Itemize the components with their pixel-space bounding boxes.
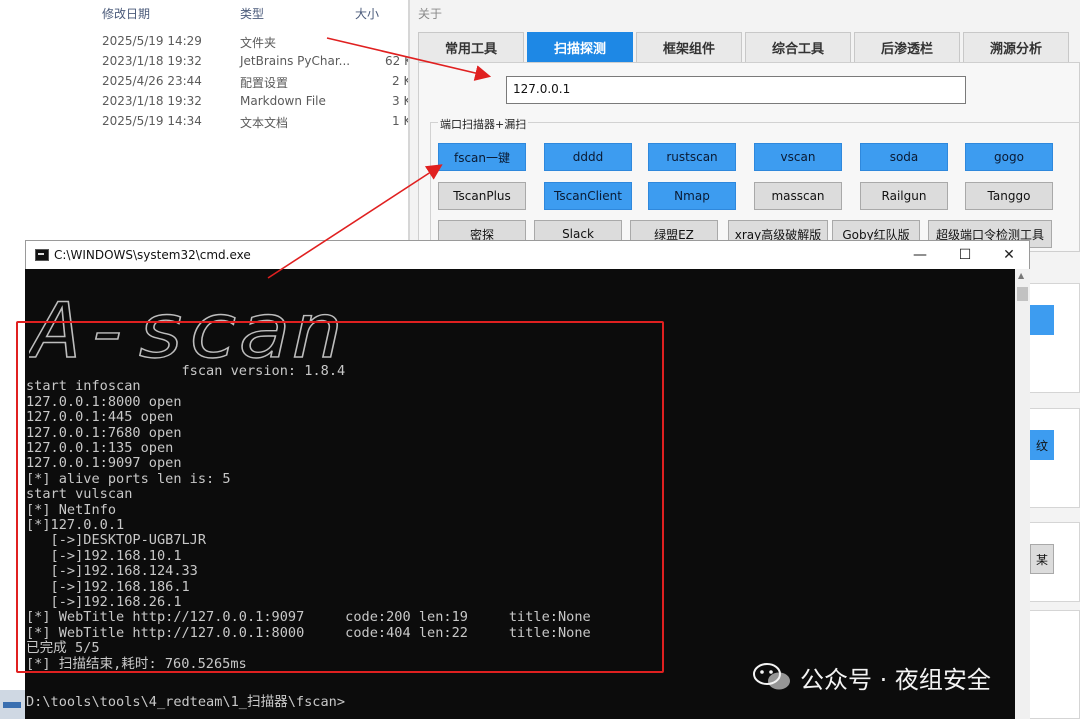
- console-icon: [35, 249, 49, 261]
- wechat-icon: [753, 663, 790, 690]
- file-type: JetBrains PyChar...: [240, 54, 351, 68]
- side-fingerprint-button[interactable]: 纹: [1030, 430, 1054, 460]
- scrollbar[interactable]: ▲: [1015, 269, 1030, 719]
- file-date: 2023/1/18 19:32: [102, 54, 202, 68]
- column-header-size[interactable]: 大小: [355, 5, 379, 22]
- close-icon[interactable]: ✕: [996, 244, 1022, 266]
- group-label: 端口扫描器+漏扫: [438, 116, 529, 132]
- tab-scan-probe[interactable]: 扫描探测: [527, 32, 633, 62]
- file-row[interactable]: 2023/1/18 19:32 Markdown File 3 K: [0, 92, 420, 112]
- minimize-icon[interactable]: —: [907, 244, 933, 266]
- masscan-button[interactable]: masscan: [754, 182, 842, 210]
- tscanplus-button[interactable]: TscanPlus: [438, 182, 526, 210]
- scroll-up-icon[interactable]: ▲: [1018, 271, 1024, 280]
- cmd-titlebar[interactable]: C:\WINDOWS\system32\cmd.exe — ☐ ✕: [25, 240, 1030, 269]
- target-input[interactable]: 127.0.0.1: [506, 76, 966, 104]
- file-row[interactable]: 2025/4/26 23:44 配置设置 2 K: [0, 72, 420, 92]
- file-row[interactable]: 2023/1/18 19:32 JetBrains PyChar... 62 K: [0, 52, 420, 72]
- scroll-thumb[interactable]: [1017, 287, 1028, 301]
- tab-common-tools[interactable]: 常用工具: [418, 32, 524, 62]
- tab-trace-analysis[interactable]: 溯源分析: [963, 32, 1069, 62]
- file-date: 2025/5/19 14:34: [102, 114, 202, 128]
- gogo-button[interactable]: gogo: [965, 143, 1053, 171]
- side-blue-button[interactable]: [1030, 305, 1054, 335]
- maximize-icon[interactable]: ☐: [952, 244, 978, 266]
- file-type: 文件夹: [240, 36, 277, 50]
- taskbar-fragment: [0, 690, 25, 719]
- railgun-button[interactable]: Railgun: [860, 182, 948, 210]
- side-gray-button[interactable]: 某: [1030, 544, 1054, 574]
- file-explorer: 修改日期 类型 大小 2025/5/19 14:29 文件夹 2023/1/18…: [0, 0, 420, 240]
- rustscan-button[interactable]: rustscan: [648, 143, 736, 171]
- fscan-button[interactable]: fscan一键: [438, 143, 526, 171]
- vscan-button[interactable]: vscan: [754, 143, 842, 171]
- soda-button[interactable]: soda: [860, 143, 948, 171]
- tscanclient-button[interactable]: TscanClient: [544, 182, 632, 210]
- tab-framework[interactable]: 框架组件: [636, 32, 742, 62]
- tab-integrated-tools[interactable]: 综合工具: [745, 32, 851, 62]
- column-header-type[interactable]: 类型: [240, 5, 264, 22]
- file-date: 2025/4/26 23:44: [102, 74, 202, 88]
- output-highlight-box: [16, 321, 664, 673]
- file-type: Markdown File: [240, 94, 326, 108]
- console-line: D:\tools\tools\4_redteam\1_扫描器\fscan>: [26, 694, 346, 711]
- column-header-date[interactable]: 修改日期: [102, 5, 150, 22]
- watermark-text: 公众号 · 夜组安全: [800, 666, 991, 694]
- file-row[interactable]: 2025/5/19 14:34 文本文档 1 K: [0, 112, 420, 132]
- file-type: 配置设置: [240, 76, 289, 90]
- file-date: 2023/1/18 19:32: [102, 94, 202, 108]
- tab-post-exploit[interactable]: 后渗透栏: [854, 32, 960, 62]
- dddd-button[interactable]: dddd: [544, 143, 632, 171]
- tanggo-button[interactable]: Tanggo: [965, 182, 1053, 210]
- menu-about[interactable]: 关于: [418, 5, 442, 22]
- file-row[interactable]: 2025/5/19 14:29 文件夹: [0, 32, 420, 52]
- nmap-button[interactable]: Nmap: [648, 182, 736, 210]
- file-date: 2025/5/19 14:29: [102, 34, 202, 48]
- cmd-title: C:\WINDOWS\system32\cmd.exe: [54, 248, 251, 262]
- file-type: 文本文档: [240, 116, 289, 130]
